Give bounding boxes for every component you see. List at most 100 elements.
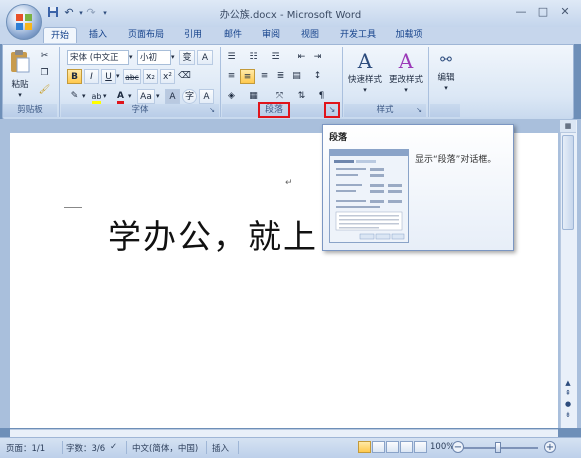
print-layout-view-icon[interactable] [358, 441, 371, 453]
paste-icon [11, 50, 30, 73]
font-size-combo[interactable]: 小初 [137, 50, 171, 65]
font-name-dropdown-icon[interactable]: ▾ [129, 50, 135, 65]
justify-icon[interactable]: ≣ [273, 69, 288, 84]
next-page-icon[interactable]: ⇟ [563, 410, 573, 420]
numbering-icon[interactable]: ☷ [246, 50, 261, 65]
tab-developer[interactable]: 开发工具 [336, 27, 380, 44]
font-dialog-launcher-icon[interactable]: ↘ [207, 105, 217, 115]
align-center-icon[interactable]: ≡ [240, 69, 255, 84]
multilevel-list-icon[interactable]: ☲ [268, 50, 283, 65]
tab-view[interactable]: 视图 [297, 27, 323, 44]
paragraph-dialog-preview [329, 149, 409, 243]
font-size-dropdown-icon[interactable]: ▾ [171, 50, 177, 65]
line-spacing-icon[interactable]: ↕ [310, 69, 325, 84]
insert-mode-indicator[interactable]: 插入 [212, 442, 229, 454]
superscript-button[interactable]: x² [160, 69, 175, 84]
tab-insert[interactable]: 插入 [84, 27, 112, 44]
enclose-characters-button[interactable]: 字 [182, 89, 197, 104]
font-name-combo[interactable]: 宋体 (中文正 [67, 50, 129, 65]
office-logo-icon [16, 14, 32, 30]
quick-styles-dropdown-icon: ▾ [363, 86, 367, 94]
title-bar: ↶ ▾ ↷ ▾ 办公族.docx - Microsoft Word — □ ✕ [0, 0, 581, 28]
text-effects-icon[interactable]: ✎ [67, 89, 82, 104]
shading-icon[interactable]: ◈ [224, 89, 239, 104]
change-case-button[interactable]: Aa [137, 89, 155, 104]
styles-group: A 快速样式 ▾ A 更改样式 ▾ 样式 ↘ [344, 47, 426, 117]
highlight-dropdown-icon[interactable]: ▾ [103, 89, 107, 104]
copy-icon[interactable]: ❐ [37, 66, 52, 81]
zoom-in-icon[interactable]: + [544, 441, 556, 453]
paragraph-dialog-launcher-icon[interactable]: ↘ [324, 102, 340, 118]
align-right-icon[interactable]: ≡ [257, 69, 272, 84]
paste-dropdown-icon[interactable]: ▾ [8, 92, 32, 99]
paragraph-group-label-highlighted: 段落 [258, 102, 290, 118]
align-left-icon[interactable]: ≡ [224, 69, 239, 84]
group-divider [220, 47, 221, 117]
tab-page-layout[interactable]: 页面布局 [124, 27, 168, 44]
ribbon: 粘贴 ▾ ✂ ❐ 🖌 剪贴板 宋体 (中文正 ▾ 小初 ▾ 变 A B I U … [2, 44, 574, 120]
underline-dropdown-icon[interactable]: ▾ [116, 69, 120, 84]
change-case-dropdown-icon[interactable]: ▾ [156, 89, 160, 104]
web-layout-view-icon[interactable] [386, 441, 399, 453]
font-color-dropdown-icon[interactable]: ▾ [128, 89, 132, 104]
tab-add-ins[interactable]: 加载项 [392, 27, 426, 44]
paste-button[interactable]: 粘贴 ▾ [7, 47, 33, 101]
page-indicator[interactable]: 页面：1/1 [6, 442, 45, 454]
minimize-button[interactable]: — [512, 4, 530, 20]
styles-dialog-launcher-icon[interactable]: ↘ [414, 105, 424, 115]
clipboard-group-label: 剪贴板 [3, 104, 57, 117]
group-divider [428, 47, 429, 117]
select-browse-object-icon[interactable]: ● [563, 399, 573, 409]
status-divider [126, 441, 127, 454]
subscript-button[interactable]: x₂ [143, 69, 158, 84]
tab-references[interactable]: 引用 [180, 27, 206, 44]
decrease-indent-icon[interactable]: ⇤ [294, 50, 309, 65]
previous-page-icon[interactable]: ⇞ [563, 388, 573, 398]
language-indicator[interactable]: 中文(简体，中国) [132, 442, 198, 454]
change-styles-button[interactable]: A 更改样式 ▾ [385, 47, 427, 103]
word-count[interactable]: 字数：3/6 [66, 442, 105, 454]
scroll-up-icon[interactable]: ▲ [563, 378, 573, 388]
underline-button[interactable]: U [101, 69, 116, 84]
document-body-text[interactable]: 学办公，就上 [108, 210, 318, 258]
phonetic-guide-icon[interactable]: 变 [179, 50, 195, 65]
full-screen-reading-view-icon[interactable] [372, 441, 385, 453]
text-effects-dropdown-icon[interactable]: ▾ [82, 89, 86, 104]
font-name-value: 宋体 (中文正 [70, 53, 119, 63]
editing-button[interactable]: ⚯ 编辑 ▾ [430, 47, 462, 103]
tab-review[interactable]: 审阅 [258, 27, 284, 44]
proofing-icon[interactable]: ✓ [110, 442, 117, 452]
binoculars-icon: ⚯ [440, 52, 452, 68]
italic-button[interactable]: I [84, 69, 99, 84]
zoom-level[interactable]: 100% [430, 442, 454, 452]
clipboard-group: 粘贴 ▾ ✂ ❐ 🖌 剪贴板 [3, 47, 57, 117]
cut-icon[interactable]: ✂ [37, 49, 52, 64]
vertical-scroll-thumb[interactable] [562, 135, 574, 230]
clear-formatting-icon[interactable]: ⌫ [177, 69, 192, 84]
zoom-out-icon[interactable]: − [452, 441, 464, 453]
strikethrough-button[interactable]: abc [123, 69, 141, 84]
character-border-icon[interactable]: A [197, 50, 213, 65]
character-scale-icon[interactable]: A [199, 89, 214, 104]
maximize-button[interactable]: □ [534, 4, 552, 20]
font-group-label: 字体 [61, 104, 219, 117]
outline-view-icon[interactable] [400, 441, 413, 453]
increase-indent-icon[interactable]: ⇥ [310, 50, 325, 65]
zoom-slider-knob[interactable] [495, 442, 501, 453]
distributed-icon[interactable]: ▤ [289, 69, 304, 84]
office-button[interactable] [6, 4, 42, 40]
editing-group-label [430, 104, 460, 117]
view-ruler-icon[interactable]: ▦ [560, 120, 576, 133]
sort-icon[interactable]: ⇅ [294, 89, 309, 104]
bold-button[interactable]: B [67, 69, 82, 84]
format-painter-icon[interactable]: 🖌 [37, 83, 52, 98]
draft-view-icon[interactable] [414, 441, 427, 453]
font-color-icon[interactable]: A [113, 89, 128, 104]
close-button[interactable]: ✕ [556, 4, 574, 20]
tab-home[interactable]: 开始 [43, 27, 77, 43]
quick-styles-button[interactable]: A 快速样式 ▾ [344, 47, 386, 103]
bullets-icon[interactable]: ☰ [224, 50, 239, 65]
character-shading-button[interactable]: A [165, 89, 180, 104]
tab-mailings[interactable]: 邮件 [220, 27, 246, 44]
highlight-color-icon[interactable]: ab [89, 89, 104, 104]
